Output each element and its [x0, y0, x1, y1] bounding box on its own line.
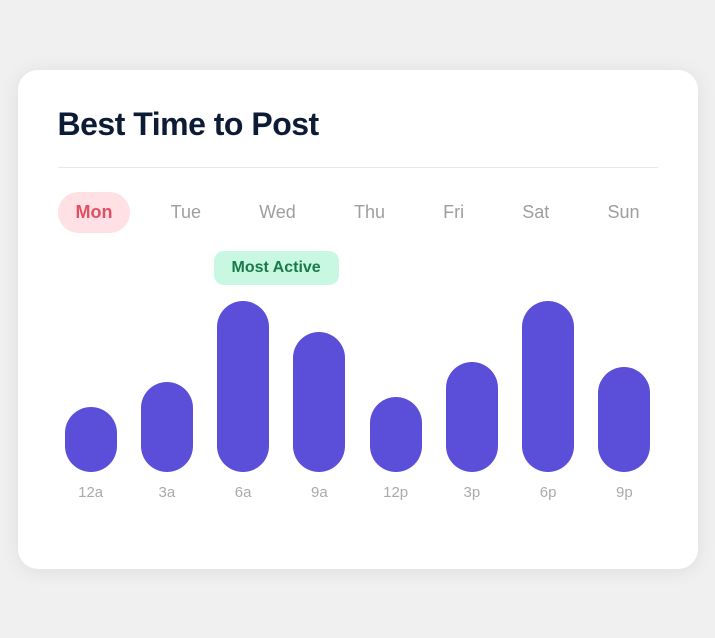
- divider: [58, 167, 658, 168]
- bar-label-6a: 6a: [235, 484, 252, 501]
- bar-12p: [370, 397, 422, 472]
- bar-col-6a: 6a: [210, 301, 276, 501]
- bar-col-3a: 3a: [134, 301, 200, 501]
- day-tab-sat[interactable]: Sat: [504, 192, 567, 233]
- day-tab-thu[interactable]: Thu: [336, 192, 403, 233]
- bar-9a: [293, 332, 345, 472]
- best-time-card: Best Time to Post MonTueWedThuFriSatSun …: [18, 70, 698, 569]
- bar-12a: [65, 407, 117, 472]
- bar-6p: [522, 301, 574, 472]
- most-active-label: Most Active: [214, 251, 339, 285]
- day-tab-wed[interactable]: Wed: [241, 192, 314, 233]
- bar-label-3a: 3a: [159, 484, 176, 501]
- bar-9p: [598, 367, 650, 472]
- card-title: Best Time to Post: [58, 106, 658, 143]
- bar-col-3p: 3p: [439, 301, 505, 501]
- bar-label-3p: 3p: [464, 484, 481, 501]
- bar-col-9a: 9a: [286, 301, 352, 501]
- bar-label-6p: 6p: [540, 484, 557, 501]
- day-tab-tue[interactable]: Tue: [153, 192, 219, 233]
- bar-label-9a: 9a: [311, 484, 328, 501]
- bar-col-9p: 9p: [591, 301, 657, 501]
- day-tab-mon[interactable]: Mon: [58, 192, 131, 233]
- bar-col-6p: 6p: [515, 301, 581, 501]
- bars-container: 12a 3a 6a 9a 12p 3p 6p 9p: [58, 261, 658, 501]
- bar-6a: [217, 301, 269, 472]
- bar-3a: [141, 382, 193, 472]
- bar-label-12p: 12p: [383, 484, 408, 501]
- bar-label-9p: 9p: [616, 484, 633, 501]
- day-tabs: Mon Tue Wed Thu Fri Sat Sun: [58, 192, 658, 233]
- bar-label-12a: 12a: [78, 484, 103, 501]
- chart-area: Most Active 12a3a6a9a12p3p6p9p: [58, 261, 658, 537]
- bar-col-12a: 12a: [58, 301, 124, 501]
- bar-3p: [446, 362, 498, 472]
- day-tab-fri[interactable]: Fri: [425, 192, 482, 233]
- bar-col-12p: 12p: [363, 301, 429, 501]
- day-tab-sun[interactable]: Sun: [589, 192, 657, 233]
